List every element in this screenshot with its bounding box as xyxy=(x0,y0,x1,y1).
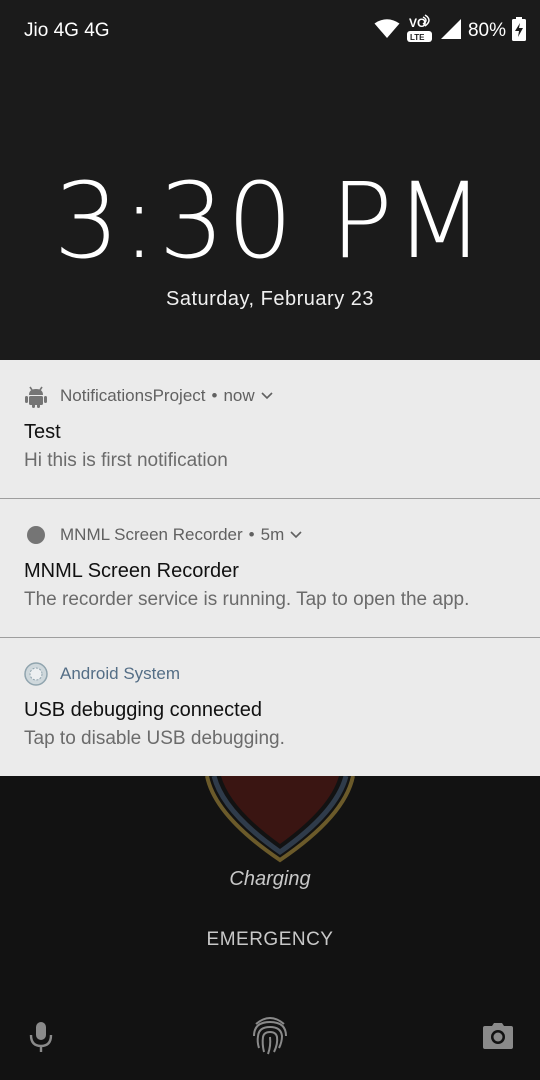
notification-text: The recorder service is running. Tap to … xyxy=(24,589,470,610)
notification-separator: • xyxy=(211,386,218,405)
chevron-down-icon[interactable] xyxy=(261,392,273,400)
notification-app-name: MNML Screen Recorder xyxy=(60,525,243,544)
notification-title: Test xyxy=(24,421,61,443)
android-system-icon xyxy=(24,662,48,686)
volte-bottom-text: LTE xyxy=(410,33,425,42)
notification-time: now xyxy=(223,386,255,405)
notification-header: MNML Screen Recorder • 5m xyxy=(24,523,302,547)
status-icons: VO LTE 80% xyxy=(374,13,526,49)
notification-header: Android System xyxy=(24,662,180,686)
battery-percent: 80% xyxy=(467,20,506,41)
microphone-icon[interactable] xyxy=(28,1020,54,1059)
volte-icon: VO LTE xyxy=(406,13,434,49)
notification-panel: NotificationsProject • now Test Hi this … xyxy=(0,360,540,776)
notification-time: 5m xyxy=(260,525,285,544)
notification-separator: • xyxy=(248,525,255,544)
fingerprint-icon[interactable] xyxy=(250,1014,290,1063)
android-icon xyxy=(24,384,48,408)
lockscreen-clock: 3:30 PM xyxy=(53,160,487,282)
charging-status: Charging xyxy=(229,868,311,890)
carrier-label: Jio 4G 4G xyxy=(24,20,110,41)
status-bar: Jio 4G 4G VO LTE 80% xyxy=(0,0,540,62)
notification-text: Hi this is first notification xyxy=(24,450,228,471)
notification-app-name: NotificationsProject xyxy=(60,386,206,405)
notification-title: USB debugging connected xyxy=(24,699,262,721)
signal-icon xyxy=(440,18,462,45)
notification-header: NotificationsProject • now xyxy=(24,384,273,408)
notification-card-mnml-screen-recorder[interactable]: MNML Screen Recorder • 5m MNML Screen Re… xyxy=(0,499,540,638)
notification-card-notificationsproject[interactable]: NotificationsProject • now Test Hi this … xyxy=(0,360,540,499)
camera-icon[interactable] xyxy=(482,1022,514,1055)
wallpaper-shield-graphic xyxy=(205,775,355,871)
chevron-down-icon[interactable] xyxy=(290,531,302,539)
notification-title: MNML Screen Recorder xyxy=(24,560,239,582)
battery-charging-icon xyxy=(512,16,526,46)
wifi-icon xyxy=(374,18,400,44)
lockscreen-date: Saturday, February 23 xyxy=(165,288,374,310)
notification-app-name: Android System xyxy=(60,664,180,683)
emergency-button[interactable]: EMERGENCY xyxy=(0,929,540,951)
recorder-dot-icon xyxy=(24,523,48,547)
notification-card-android-system[interactable]: Android System USB debugging connected T… xyxy=(0,638,540,776)
notification-text: Tap to disable USB debugging. xyxy=(24,728,285,749)
